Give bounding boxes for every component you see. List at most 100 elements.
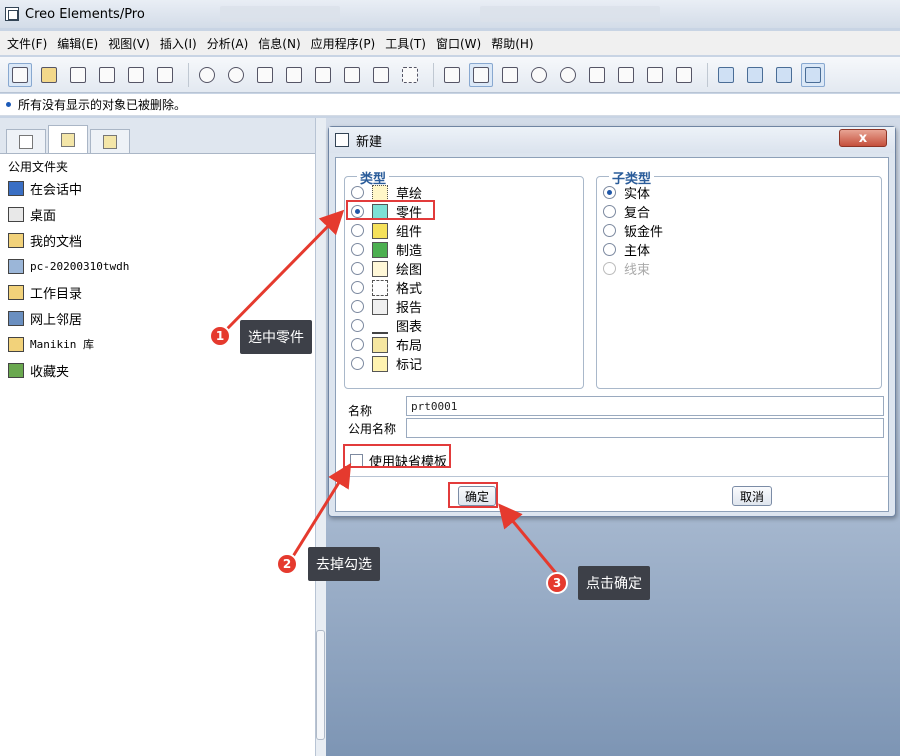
subtype-option-harness: 线束 [603, 259, 650, 278]
saved-views-button[interactable] [643, 63, 667, 87]
manufacturing-icon [372, 241, 388, 258]
regenerate-button[interactable] [440, 63, 464, 87]
radio-button[interactable] [351, 300, 364, 313]
save-button[interactable] [66, 63, 90, 87]
nav-item-my-documents[interactable]: 我的文档 [0, 227, 315, 253]
paste-button[interactable] [311, 63, 335, 87]
new-file-button[interactable] [8, 62, 32, 87]
type-option-format[interactable]: 格式 [351, 278, 422, 297]
menu-analysis[interactable]: 分析(A) [202, 35, 254, 52]
type-option-assembly[interactable]: 组件 [351, 221, 422, 240]
splitter-grip[interactable] [316, 630, 325, 740]
wireframe-button[interactable] [714, 63, 738, 87]
nav-item-label: pc-20200310twdh [30, 259, 130, 273]
datum-display-button[interactable] [469, 62, 493, 87]
tab-model-tree[interactable] [6, 129, 46, 153]
subtype-option-bulk[interactable]: 主体 [603, 240, 650, 259]
type-option-report[interactable]: 报告 [351, 297, 422, 316]
nav-item-in-session[interactable]: 在会话中 [0, 175, 315, 201]
radio-button[interactable] [603, 224, 616, 237]
zoom-in-button[interactable] [527, 63, 551, 87]
paste-special-icon [344, 66, 360, 83]
computer-icon [8, 258, 24, 274]
menu-insert[interactable]: 插入(I) [155, 35, 202, 52]
common-name-input[interactable] [406, 418, 884, 438]
radio-button[interactable] [351, 357, 364, 370]
zoom-in-icon [531, 66, 547, 83]
radio-button[interactable] [351, 243, 364, 256]
radio-button[interactable] [603, 186, 616, 199]
menu-tools[interactable]: 工具(T) [380, 35, 431, 52]
menu-help[interactable]: 帮助(H) [486, 35, 538, 52]
type-option-manufacturing[interactable]: 制造 [351, 240, 422, 259]
type-option-drawing[interactable]: 绘图 [351, 259, 422, 278]
copy-button[interactable] [282, 63, 306, 87]
redo-icon [228, 66, 244, 83]
hidden-line-button[interactable] [743, 63, 767, 87]
radio-button[interactable] [351, 224, 364, 237]
scissors-icon [257, 66, 273, 83]
spin-center-button[interactable] [498, 63, 522, 87]
nav-item-computer[interactable]: pc-20200310twdh [0, 253, 315, 279]
shading-button[interactable] [801, 62, 825, 87]
step-badge-2: 2 [276, 553, 298, 575]
radio-button[interactable] [351, 186, 364, 199]
nav-item-working-directory[interactable]: 工作目录 [0, 279, 315, 305]
orient-button[interactable] [614, 63, 638, 87]
no-hidden-button[interactable] [772, 63, 796, 87]
nav-item-desktop[interactable]: 桌面 [0, 201, 315, 227]
type-label: 报告 [396, 301, 423, 316]
paste-icon [315, 66, 331, 83]
paste-special-button[interactable] [340, 63, 364, 87]
menu-info[interactable]: 信息(N) [253, 35, 305, 52]
dialog-title: 新建 [356, 134, 383, 150]
panel-splitter[interactable] [316, 118, 326, 756]
select-box-icon [402, 66, 418, 83]
print-button[interactable] [95, 63, 119, 87]
layers-button[interactable] [672, 63, 696, 87]
subtype-option-sheetmetal[interactable]: 钣金件 [603, 221, 663, 240]
menu-window[interactable]: 窗口(W) [431, 35, 486, 52]
shading-icon [805, 66, 821, 83]
wireframe-icon [718, 66, 734, 83]
dialog-separator [336, 476, 888, 477]
assembly-icon [372, 222, 388, 239]
select-box-button[interactable] [398, 63, 422, 87]
spin-center-icon [502, 66, 518, 83]
radio-button [603, 262, 616, 275]
cut-button[interactable] [253, 63, 277, 87]
radio-button[interactable] [603, 205, 616, 218]
find-button[interactable] [369, 63, 393, 87]
zoom-out-button[interactable] [556, 63, 580, 87]
close-button[interactable]: x [839, 129, 887, 147]
menu-view[interactable]: 视图(V) [103, 35, 155, 52]
redo-button[interactable] [224, 63, 248, 87]
type-option-diagram[interactable]: 图表 [351, 316, 422, 335]
refit-button[interactable] [585, 63, 609, 87]
menu-file[interactable]: 文件(F) [2, 35, 52, 52]
tab-favorites[interactable] [90, 129, 130, 153]
send-mail-button[interactable] [124, 63, 148, 87]
favorites-tab-icon [103, 134, 117, 149]
radio-button[interactable] [351, 338, 364, 351]
nav-item-favorites[interactable]: 收藏夹 [0, 357, 315, 383]
menu-applications[interactable]: 应用程序(P) [306, 35, 381, 52]
undo-button[interactable] [195, 63, 219, 87]
radio-button[interactable] [351, 281, 364, 294]
type-option-markup[interactable]: 标记 [351, 354, 422, 373]
no-hidden-icon [776, 66, 792, 83]
send-link-button[interactable] [153, 63, 177, 87]
tab-folder-browser[interactable] [48, 125, 88, 153]
radio-button[interactable] [603, 243, 616, 256]
datum-icon [473, 66, 489, 83]
radio-button[interactable] [351, 262, 364, 275]
open-button[interactable] [37, 63, 61, 87]
title-bar: Creo Elements/Pro [0, 0, 900, 28]
subtype-option-solid[interactable]: 实体 [603, 183, 650, 202]
menu-edit[interactable]: 编辑(E) [52, 35, 103, 52]
subtype-option-composite[interactable]: 复合 [603, 202, 650, 221]
type-option-layout[interactable]: 布局 [351, 335, 422, 354]
cancel-button[interactable]: 取消 [732, 486, 772, 506]
name-input[interactable] [406, 396, 884, 416]
radio-button[interactable] [351, 319, 364, 332]
